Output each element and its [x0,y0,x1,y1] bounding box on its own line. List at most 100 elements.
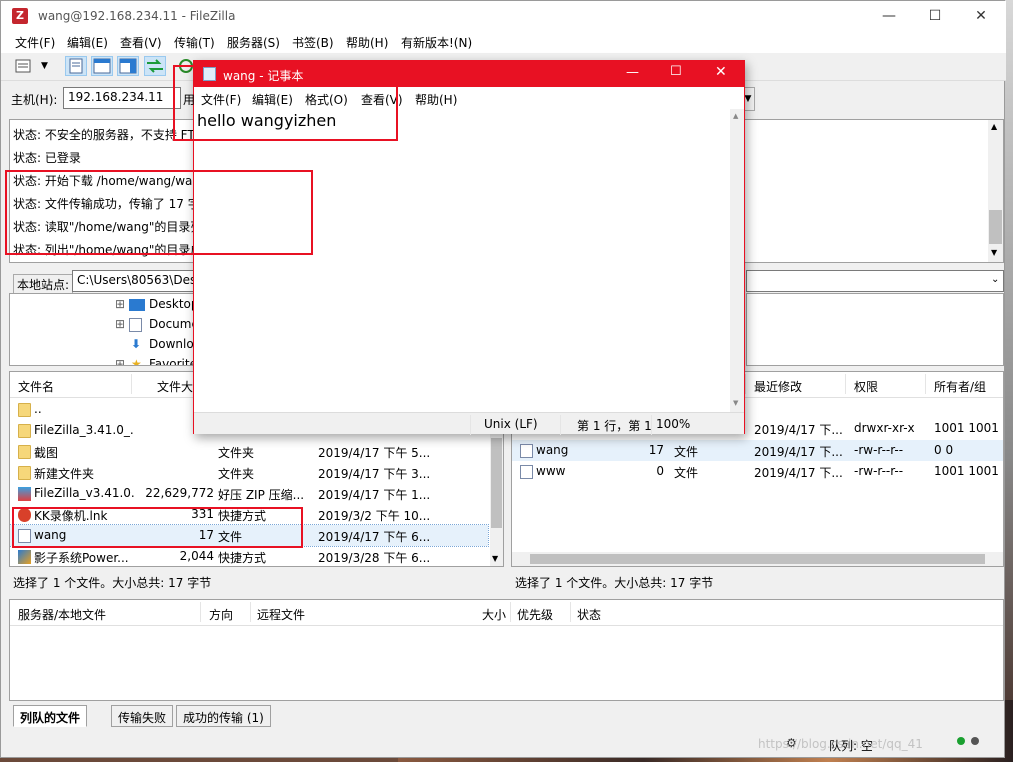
menu-new-version[interactable]: 有新版本!(N) [401,34,472,51]
menu-file[interactable]: 文件(F) [15,34,55,51]
tab-failed-transfers[interactable]: 传输失败 [111,705,174,727]
host-input[interactable]: 192.168.234.11 [63,87,181,109]
table-row[interactable]: wang 17 文件 2019/4/17 下... -rw-r--r-- 0 0 [512,440,1003,461]
documents-icon [129,317,142,332]
folder-icon [18,465,31,480]
table-row[interactable]: 新建文件夹 文件夹 2019/4/17 下午 3... [10,462,488,483]
table-row[interactable]: www 0 文件 2019/4/17 下... -rw-r--r-- 1001 1001 [512,461,1003,482]
col-owner[interactable]: 所有者/组 [934,378,986,395]
scroll-down-icon[interactable]: ▼ [492,554,498,563]
col-filename[interactable]: 文件名 [18,378,54,395]
remote-path-input[interactable] [746,270,1004,292]
minimize-button[interactable]: — [626,65,639,80]
np-menu-view[interactable]: 查看(V) [361,91,403,108]
local-path-input[interactable]: C:\Users\80563\Des [72,270,202,292]
toggle-log-icon[interactable] [65,56,87,76]
scroll-thumb[interactable] [530,554,985,564]
folder-icon [18,402,31,417]
chevron-down-icon[interactable]: ⌄ [991,274,999,285]
col-status[interactable]: 状态 [577,606,601,623]
table-row[interactable]: 影子系统Power... 2,044 快捷方式 2019/3/28 下午 6... [10,546,488,566]
file-owner: 0 0 [934,443,954,457]
notepad-scrollbar[interactable]: ▲ ▼ [730,109,744,412]
scroll-up-icon[interactable]: ▲ [991,122,997,131]
remote-hscrollbar[interactable] [512,552,1003,566]
file-name: 截图 [34,446,59,460]
table-row[interactable]: 截图 文件夹 2019/4/17 下午 5... [10,441,488,462]
file-icon [18,528,31,543]
toggle-remote-tree-icon[interactable] [117,56,139,76]
partial-label: 用 [183,93,196,107]
file-modified: 2019/4/17 下... [754,445,842,459]
site-manager-icon[interactable] [13,56,35,76]
watermark: https://blog.csdn.net/qq_41 [758,737,923,751]
tab-successful-transfers[interactable]: 成功的传输 (1) [176,705,271,727]
scroll-up-icon[interactable]: ▲ [733,112,738,120]
col-filesize[interactable]: 文件大 [157,378,193,395]
np-menu-edit[interactable]: 编辑(E) [252,91,293,108]
menu-view[interactable]: 查看(V) [120,34,162,51]
scroll-down-icon[interactable]: ▼ [991,248,997,257]
col-size[interactable]: 大小 [482,606,506,623]
notepad-text-area[interactable]: hello wangyizhen [194,109,730,412]
chevron-down-icon[interactable]: ▼ [41,61,48,71]
notepad-title-bar: wang - 记事本 — ☐ ✕ [194,61,744,87]
file-size: 17 [198,528,214,542]
close-button[interactable]: ✕ [958,1,1004,31]
toggle-queue-icon[interactable] [144,56,166,76]
file-modified: 2019/3/28 下午 6... [318,551,431,565]
col-direction[interactable]: 方向 [209,606,233,623]
col-priority[interactable]: 优先级 [517,606,553,623]
table-row[interactable]: wang 17 文件 2019/4/17 下午 6... [10,524,489,547]
col-permissions[interactable]: 权限 [854,378,878,395]
menu-help[interactable]: 帮助(H) [346,34,388,51]
log-scrollbar[interactable]: ▲ ▼ [988,120,1003,262]
tab-queued-files[interactable]: 列队的文件 [13,705,88,727]
status-led-icon [957,737,965,745]
file-type: 文件夹 [218,446,255,460]
file-size: 0 [656,464,664,478]
minimize-button[interactable]: — [866,1,912,31]
menu-bookmarks[interactable]: 书签(B) [292,34,334,51]
download-icon: ⬇ [131,337,142,351]
remote-selection-status: 选择了 1 个文件。大小总共: 17 字节 [515,576,714,590]
np-menu-file[interactable]: 文件(F) [201,91,241,108]
log-line: 状态: 已登录 [13,151,81,165]
file-type: 文件夹 [218,467,255,481]
col-server-local[interactable]: 服务器/本地文件 [18,606,106,623]
maximize-button[interactable]: ☐ [912,1,958,31]
local-selection-status: 选择了 1 个文件。大小总共: 17 字节 [13,576,212,590]
log-line: 状态: 不安全的服务器，不支持 FTP [13,128,202,142]
close-button[interactable]: ✕ [715,64,727,80]
scroll-down-icon[interactable]: ▼ [733,399,738,407]
archive-icon [18,486,31,501]
np-menu-format[interactable]: 格式(O) [305,91,348,108]
file-name: wang [536,443,569,457]
toggle-local-tree-icon[interactable] [91,56,113,76]
maximize-button[interactable]: ☐ [670,64,682,79]
scroll-thumb[interactable] [989,210,1002,244]
host-label: 主机(H): [11,93,58,107]
status-led-icon [971,737,979,745]
menu-edit[interactable]: 编辑(E) [67,34,108,51]
transfer-queue: 服务器/本地文件 方向 远程文件 大小 优先级 状态 [9,599,1004,701]
desktop-icon [129,299,145,311]
table-row[interactable]: FileZilla_v3.41.0... 22,629,772 好压 ZIP 压缩.… [10,483,488,504]
scroll-thumb[interactable] [491,438,502,528]
file-owner: 1001 1001 [934,464,999,478]
star-icon: ★ [131,357,142,366]
np-menu-help[interactable]: 帮助(H) [415,91,457,108]
file-modified: 2019/3/2 下午 10... [318,509,431,523]
col-remote-file[interactable]: 远程文件 [257,606,305,623]
file-icon [520,464,533,479]
queue-header: 服务器/本地文件 方向 远程文件 大小 优先级 状态 [10,600,1003,626]
menu-server[interactable]: 服务器(S) [227,34,280,51]
table-row[interactable]: KK录像机.lnk 331 快捷方式 2019/3/2 下午 10... [10,504,488,525]
file-type: 文件 [674,445,699,459]
file-type: 快捷方式 [218,551,267,565]
col-modified[interactable]: 最近修改 [754,378,802,395]
window-title: wang@192.168.234.11 - FileZilla [38,9,236,23]
menu-transfer[interactable]: 传输(T) [174,34,215,51]
file-type: 文件 [674,466,699,480]
shortcut-icon [18,549,31,564]
